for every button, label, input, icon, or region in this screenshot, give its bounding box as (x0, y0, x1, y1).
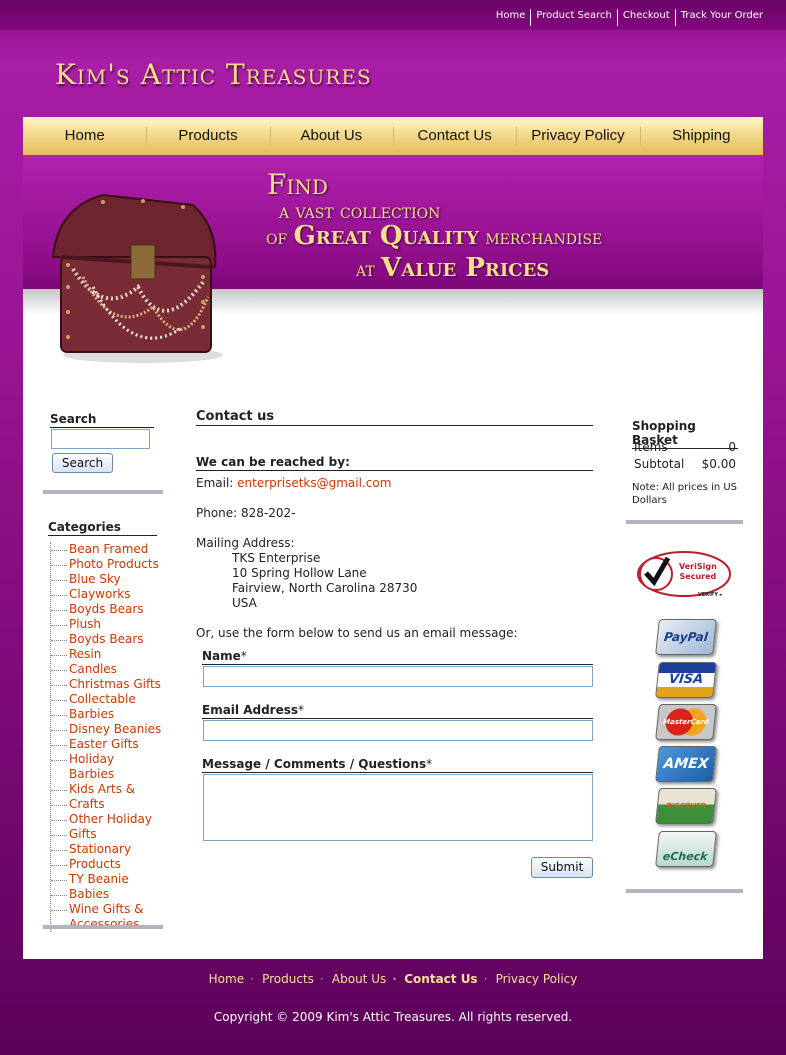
page-title: Contact us (196, 409, 593, 426)
echeck-card-icon: eCheck (655, 831, 717, 867)
category-link[interactable]: Other Holiday (51, 812, 162, 827)
visa-card-icon: VISA (655, 662, 717, 698)
category-link[interactable]: Plush (51, 617, 162, 632)
footer-link-privacy-policy[interactable]: Privacy Policy (484, 972, 587, 986)
category-link[interactable]: Boyds Bears (51, 632, 162, 647)
category-link[interactable]: Wine Gifts & (51, 902, 162, 917)
search-title: Search (50, 412, 154, 428)
nav-shipping[interactable]: Shipping (639, 117, 763, 155)
footer-link-about-us[interactable]: About Us (320, 972, 395, 986)
paypal-card-icon: PayPal (655, 619, 717, 655)
divider (43, 925, 163, 929)
category-link[interactable]: Barbies (51, 707, 162, 722)
address-line: 10 Spring Hollow Lane (232, 566, 367, 580)
banner-line-value: at Value Prices (356, 253, 550, 283)
divider (626, 889, 743, 893)
hero-banner: Find a vast collection of Great Quality … (23, 155, 763, 390)
category-link[interactable]: Kids Arts & (51, 782, 162, 797)
categories-title: Categories (48, 520, 157, 536)
email-link[interactable]: enterprisetks@gmail.com (237, 476, 391, 490)
treasure-chest-image (51, 193, 223, 363)
category-link[interactable]: Candles (51, 662, 162, 677)
divider (43, 490, 163, 494)
footer-link-contact-us[interactable]: Contact Us (392, 972, 486, 986)
category-link[interactable]: Resin (51, 647, 162, 662)
message-label: Message / Comments / Questions* (202, 757, 593, 773)
email-input[interactable] (203, 720, 593, 741)
banner-line-find: Find (267, 168, 328, 201)
site-logo-title[interactable]: Kim's Attic Treasures (55, 58, 372, 91)
basket-subtotal-row: Subtotal $0.00 (634, 457, 736, 471)
phone-line: Phone: 828-202- (196, 506, 296, 520)
category-link[interactable]: Holiday Barbies (51, 752, 162, 782)
footer-link-products[interactable]: Products (250, 972, 323, 986)
submit-button[interactable]: Submit (531, 857, 593, 878)
category-link[interactable]: Clayworks (51, 587, 162, 602)
top-link-checkout[interactable]: Checkout (616, 9, 675, 26)
category-link[interactable]: Babies (51, 887, 162, 902)
main-nav: Home Products About Us Contact Us Privac… (23, 117, 763, 155)
nav-home[interactable]: Home (23, 117, 146, 155)
category-link[interactable]: Blue Sky (51, 572, 162, 587)
search-button[interactable]: Search (52, 453, 113, 473)
search-input[interactable] (51, 429, 150, 449)
category-link[interactable]: Crafts (51, 797, 162, 812)
category-link[interactable]: Products (51, 857, 162, 872)
category-link[interactable]: Bean Framed (51, 542, 162, 557)
price-note: Note: All prices in US Dollars (632, 482, 738, 506)
copyright-text: Copyright © 2009 Kim's Attic Treasures. … (213, 1010, 573, 1024)
discover-card-icon: DISCOVER NOVUS (655, 788, 717, 844)
name-label: Name* (202, 649, 593, 665)
category-link[interactable]: Gifts (51, 827, 162, 842)
address-line: USA (232, 596, 257, 610)
mailing-label: Mailing Address: (196, 536, 295, 550)
top-link-home[interactable]: Home (491, 9, 531, 26)
email-line: Email: enterprisetks@gmail.com (196, 476, 392, 490)
form-intro: Or, use the form below to send us an ema… (196, 626, 518, 640)
category-link[interactable]: TY Beanie (51, 872, 162, 887)
message-textarea[interactable] (203, 774, 593, 841)
footer: HomeProductsAbout UsContact UsPrivacy Po… (0, 959, 786, 1055)
top-links: Home Product Search Checkout Track Your … (491, 0, 768, 26)
category-link[interactable]: Stationary (51, 842, 162, 857)
nav-contact-us[interactable]: Contact Us (392, 117, 516, 155)
basket-items-row: Items 0 (634, 440, 736, 454)
reached-title: We can be reached by: (196, 455, 593, 471)
category-link[interactable]: Easter Gifts (51, 737, 162, 752)
category-link[interactable]: Disney Beanies (51, 722, 162, 737)
mastercard-card-icon: MasterCard (655, 704, 717, 740)
name-input[interactable] (203, 666, 593, 687)
category-link[interactable]: Photo Products (51, 557, 162, 572)
footer-links: HomeProductsAbout UsContact UsPrivacy Po… (0, 972, 786, 986)
banner-line-collection: a vast collection (279, 199, 441, 223)
divider (626, 520, 743, 524)
amex-card-icon: AMEX (655, 746, 717, 782)
nav-privacy-policy[interactable]: Privacy Policy (516, 117, 639, 155)
top-link-track-order[interactable]: Track Your Order (674, 9, 768, 26)
footer-link-home[interactable]: Home (200, 972, 253, 986)
category-link[interactable]: Christmas Gifts (51, 677, 162, 692)
banner-line-quality: of Great Quality merchandise (266, 221, 603, 251)
nav-about-us[interactable]: About Us (269, 117, 393, 155)
main-content: Search Search Categories Bean Framed Phot… (23, 390, 763, 959)
category-list: Bean Framed Photo Products Blue Sky Claywor… (50, 542, 162, 932)
category-link[interactable]: Boyds Bears (51, 602, 162, 617)
top-link-product-search[interactable]: Product Search (530, 9, 617, 26)
email-address-label: Email Address* (202, 703, 593, 719)
verisign-seal[interactable]: VeriSign Secured VERIFY ▸ (636, 548, 736, 600)
address-line: Fairview, North Carolina 28730 (232, 581, 418, 595)
address-line: TKS Enterprise (232, 551, 321, 565)
nav-products[interactable]: Products (146, 117, 269, 155)
category-link[interactable]: Collectable (51, 692, 162, 707)
